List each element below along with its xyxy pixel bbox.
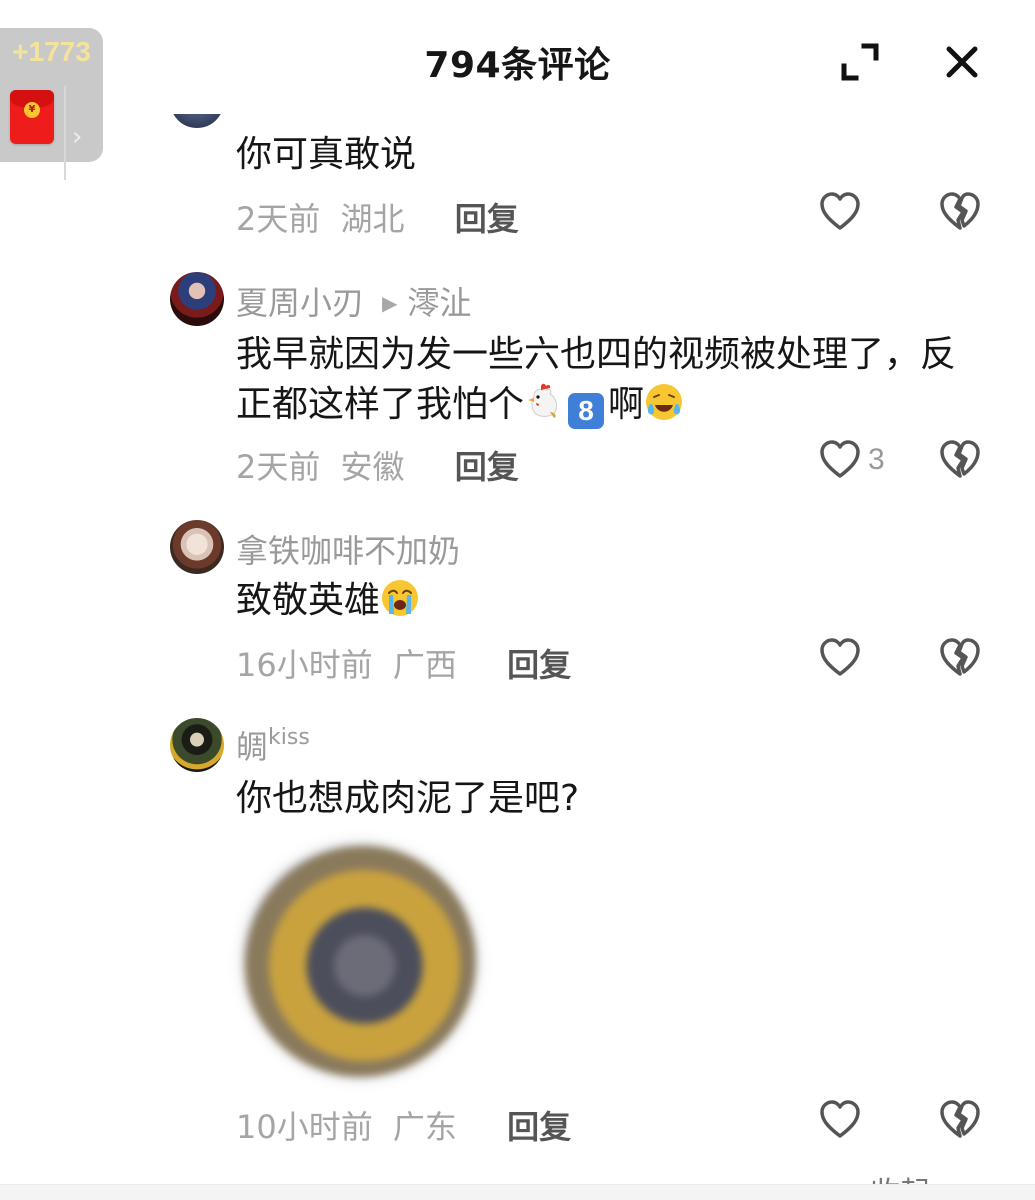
comment-meta: 10小时前 广东 回复 — [236, 1102, 571, 1148]
rooster-emoji-icon — [528, 383, 557, 418]
digit-keycap-emoji-icon: 8 — [568, 393, 605, 429]
comment-username[interactable]: 皗kiss — [236, 722, 310, 768]
like-count: 3 — [868, 443, 885, 476]
broken-heart-icon — [940, 1100, 980, 1138]
comment-content: 我早就因为发一些六也四的视频被处理了，反正都这样了我怕个 8啊 — [236, 330, 956, 430]
dislike-button[interactable] — [938, 438, 982, 482]
comment-time: 10小时前 — [236, 1108, 373, 1146]
comment-location: 广东 — [392, 1108, 457, 1146]
like-button[interactable] — [818, 1098, 862, 1142]
comment-username[interactable]: 夏周小刃 ▶ 澪沚 — [236, 278, 471, 324]
sticker-image[interactable] — [244, 845, 476, 1077]
comment-username[interactable]: 拿铁咖啡不加奶 — [236, 526, 460, 572]
red-envelope-icon: ¥ — [10, 90, 54, 144]
avatar[interactable] — [170, 718, 224, 772]
comment-meta: 16小时前 广西 回复 — [236, 640, 571, 686]
reply-to-username[interactable]: 澪沚 — [407, 284, 471, 322]
loudly-crying-emoji-icon — [382, 580, 419, 616]
reply-arrow-icon: ▶ — [382, 291, 398, 315]
dislike-button[interactable] — [938, 190, 982, 234]
broken-heart-icon — [940, 192, 980, 230]
like-button[interactable]: 3 — [818, 438, 885, 482]
heart-icon — [820, 440, 860, 478]
comment-location: 安徽 — [340, 448, 405, 486]
reply-button[interactable]: 回复 — [455, 442, 519, 488]
comment-meta: 2天前 湖北 回复 — [236, 194, 519, 240]
comment-content: 你可真敢说 — [236, 134, 417, 175]
reply-button[interactable]: 回复 — [507, 1102, 571, 1148]
comment-time: 2天前 — [236, 448, 321, 486]
close-icon — [946, 46, 978, 78]
heart-icon — [820, 192, 860, 230]
dislike-button[interactable] — [938, 636, 982, 680]
expand-button[interactable] — [838, 40, 882, 84]
red-packet-count: +1773 — [12, 36, 91, 67]
comment-time: 2天前 — [236, 200, 321, 238]
avatar[interactable] — [170, 272, 224, 326]
red-packet-divider — [64, 86, 66, 180]
comment-location: 广西 — [392, 646, 457, 684]
reply-button[interactable]: 回复 — [455, 194, 519, 240]
comments-panel: 794条评论 +1773 ¥ › 你可真敢说 2天前 湖北 回复 夏周小刃 ▶ … — [0, 0, 1035, 1200]
red-packet-widget[interactable]: +1773 ¥ › — [0, 28, 103, 180]
expand-icon — [841, 43, 879, 81]
avatar[interactable] — [170, 520, 224, 574]
comment-content: 你也想成肉泥了是吧? — [236, 778, 580, 819]
comment-location: 湖北 — [340, 200, 405, 238]
like-button[interactable] — [818, 190, 862, 234]
heart-icon — [820, 638, 860, 676]
username-suffix: kiss — [268, 725, 310, 750]
dislike-button[interactable] — [938, 1098, 982, 1142]
like-button[interactable] — [818, 636, 862, 680]
comment-content: 致敬英雄 — [236, 576, 956, 626]
chevron-right-icon: › — [72, 122, 83, 152]
close-button[interactable] — [938, 38, 986, 86]
crying-laughing-emoji-icon — [646, 384, 683, 420]
comment-meta: 2天前 安徽 回复 — [236, 442, 519, 488]
heart-icon — [820, 1100, 860, 1138]
bottom-divider — [0, 1184, 1035, 1200]
comment-time: 16小时前 — [236, 646, 373, 684]
broken-heart-icon — [940, 638, 980, 676]
comments-header: 794条评论 — [0, 0, 1035, 110]
broken-heart-icon — [940, 440, 980, 478]
reply-button[interactable]: 回复 — [507, 640, 571, 686]
